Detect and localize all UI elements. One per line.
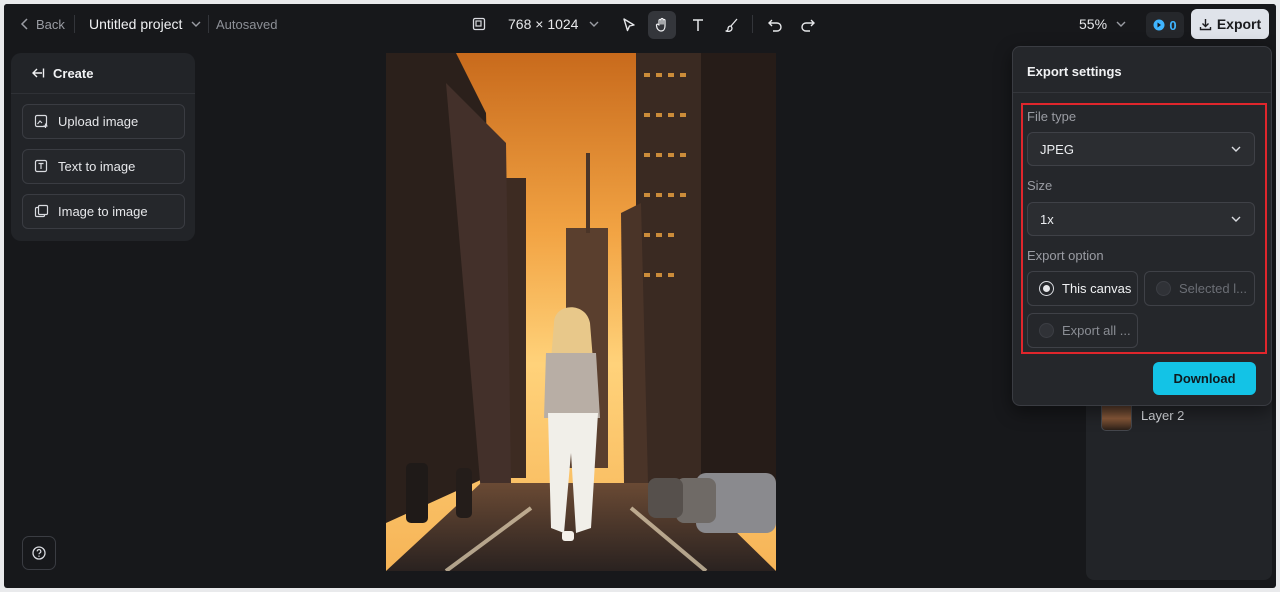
image-to-image-label: Image to image <box>58 204 148 219</box>
download-button[interactable]: Download <box>1153 362 1256 395</box>
image-to-image-icon <box>34 204 49 218</box>
option-label: Selected l... <box>1179 281 1247 296</box>
help-icon <box>32 546 46 560</box>
hand-icon <box>655 17 666 32</box>
brush-tool-button[interactable] <box>718 11 746 39</box>
project-name: Untitled project <box>89 16 183 32</box>
create-title: Create <box>53 65 94 81</box>
editor-app: Back Untitled project Autosaved 768 × 10… <box>4 4 1276 588</box>
size-value: 1x <box>1040 211 1054 227</box>
brush-icon <box>725 18 738 33</box>
zoom-value: 55% <box>1079 16 1108 32</box>
file-type-value: JPEG <box>1040 141 1074 157</box>
back-button[interactable]: Back <box>18 4 65 44</box>
export-button[interactable]: Export <box>1191 9 1269 39</box>
text-to-image-label: Text to image <box>58 159 136 174</box>
redo-button[interactable] <box>794 11 822 39</box>
radio-disabled-icon <box>1039 323 1054 338</box>
divider <box>74 15 75 33</box>
resize-icon <box>472 17 486 31</box>
text-to-image-icon <box>34 159 48 173</box>
layer-label: Layer 2 <box>1141 408 1185 423</box>
chevron-down-icon <box>589 21 599 27</box>
top-toolbar: Back Untitled project Autosaved 768 × 10… <box>4 4 1276 44</box>
export-label: Export <box>1216 16 1262 32</box>
chevron-left-icon <box>20 18 28 30</box>
divider <box>208 15 209 33</box>
credits-count: 0 <box>1169 17 1177 33</box>
option-this-canvas[interactable]: This canvas <box>1027 271 1138 306</box>
export-settings-title: Export settings <box>1027 64 1122 79</box>
city-street-photo <box>386 53 776 571</box>
export-settings-popup: Export settings File type JPEG Size 1x E… <box>1012 46 1272 406</box>
export-option-label: Export option <box>1027 248 1104 263</box>
file-type-label: File type <box>1027 109 1077 124</box>
help-button[interactable] <box>22 536 56 570</box>
text-to-image-button[interactable]: Text to image <box>22 149 185 184</box>
save-status: Autosaved <box>216 16 278 32</box>
undo-icon <box>768 19 782 32</box>
option-label: Export all ... <box>1062 323 1131 338</box>
select-tool-button[interactable] <box>615 11 643 39</box>
back-label: Back <box>36 16 65 32</box>
size-label: Size <box>1027 178 1053 193</box>
chevron-down-icon <box>1116 21 1126 27</box>
image-to-image-button[interactable]: Image to image <box>22 194 185 229</box>
text-icon <box>693 19 703 31</box>
project-name-dropdown[interactable]: Untitled project <box>89 4 202 44</box>
divider <box>1013 92 1271 93</box>
canvas-size-dropdown[interactable]: 768 × 1024 <box>472 4 600 44</box>
undo-button[interactable] <box>761 11 789 39</box>
radio-disabled-icon <box>1156 281 1171 296</box>
canvas-size-value: 768 × 1024 <box>508 16 579 32</box>
radio-selected-icon <box>1039 281 1054 296</box>
collapse-left-icon <box>32 68 45 78</box>
create-panel-header[interactable]: Create <box>11 53 195 94</box>
create-panel: Create Upload image Text to image Image … <box>11 53 195 241</box>
redo-icon <box>801 19 815 32</box>
option-selected-layers[interactable]: Selected l... <box>1144 271 1255 306</box>
hand-tool-button[interactable] <box>648 11 676 39</box>
chevron-down-icon <box>191 21 201 27</box>
credits-badge[interactable]: 0 <box>1146 12 1184 38</box>
size-select[interactable]: 1x <box>1027 202 1255 236</box>
credit-coin-icon <box>1153 19 1165 31</box>
zoom-dropdown[interactable]: 55% <box>1079 4 1127 44</box>
upload-image-icon <box>34 114 48 128</box>
chevron-down-icon <box>1231 216 1241 222</box>
divider <box>752 15 753 33</box>
option-export-all[interactable]: Export all ... <box>1027 313 1138 348</box>
pointer-icon <box>623 18 635 32</box>
download-icon <box>1199 18 1212 30</box>
text-tool-button[interactable] <box>684 11 712 39</box>
option-label: This canvas <box>1062 281 1132 296</box>
file-type-select[interactable]: JPEG <box>1027 132 1255 166</box>
upload-image-button[interactable]: Upload image <box>22 104 185 139</box>
canvas-image[interactable] <box>386 53 776 571</box>
upload-image-label: Upload image <box>58 114 139 129</box>
chevron-down-icon <box>1231 146 1241 152</box>
